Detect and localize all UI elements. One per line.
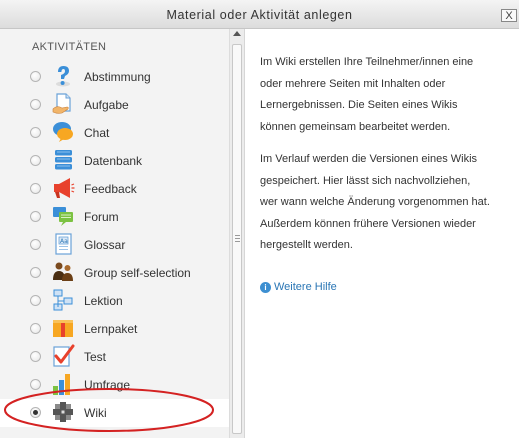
radio-glossar[interactable] bbox=[30, 239, 41, 250]
survey-chart-icon bbox=[53, 374, 70, 395]
scrollbar-thumb[interactable] bbox=[232, 44, 242, 434]
activity-label: Glossar bbox=[84, 238, 126, 252]
activity-item-lernpaket[interactable]: Lernpaket bbox=[0, 315, 229, 343]
activities-heading: AKTIVITÄTEN bbox=[32, 41, 107, 53]
activity-label: Datenbank bbox=[84, 154, 143, 168]
svg-text:Aa: Aa bbox=[60, 238, 68, 245]
activity-item-abstimmung[interactable]: Abstimmung bbox=[0, 63, 229, 91]
activity-item-forum[interactable]: Forum bbox=[0, 203, 229, 231]
help-line: gespeichert. Hier lässt sich nachvollzie… bbox=[260, 174, 471, 187]
help-line: Im Verlauf werden die Versionen eines Wi… bbox=[260, 153, 478, 165]
activity-label: Aufgabe bbox=[84, 98, 129, 112]
more-help-link[interactable]: Weitere Hilfe bbox=[274, 281, 337, 293]
activity-label: Chat bbox=[84, 126, 110, 140]
chat-icon bbox=[53, 122, 73, 142]
grip-line bbox=[235, 235, 240, 236]
activity-item-datenbank[interactable]: Datenbank bbox=[0, 147, 229, 175]
activity-item-chat[interactable]: Chat bbox=[0, 119, 229, 147]
dialog-title: Material oder Aktivität anlegen bbox=[166, 8, 353, 22]
dialog-titlebar[interactable]: Material oder Aktivität anlegen X bbox=[0, 0, 519, 29]
help-line: oder mehrere Seiten mit Inhalten oder bbox=[260, 77, 446, 90]
radio-chat[interactable] bbox=[30, 127, 41, 138]
help-line: Außerdem können frühere Versionen wieder bbox=[260, 217, 476, 230]
megaphone-icon bbox=[54, 178, 75, 198]
assignment-icon bbox=[52, 93, 71, 114]
activity-list-scrollbar[interactable] bbox=[229, 29, 244, 438]
activity-label: Lernpaket bbox=[84, 322, 138, 336]
activity-item-glossar[interactable]: Aa Glossar bbox=[0, 231, 229, 259]
help-line: Im Wiki erstellen Ihre Teilnehmer/innen … bbox=[260, 56, 474, 68]
activity-list: AKTIVITÄTEN Abstimmung Aufgabe Chat Date… bbox=[0, 29, 229, 438]
lesson-icon bbox=[53, 289, 73, 311]
activity-item-aufgabe[interactable]: Aufgabe bbox=[0, 91, 229, 119]
radio-lernpaket[interactable] bbox=[30, 323, 41, 334]
close-button[interactable]: X bbox=[501, 9, 517, 22]
activity-label: Wiki bbox=[84, 406, 107, 420]
forum-icon bbox=[53, 207, 73, 226]
scroll-up-arrow[interactable] bbox=[233, 31, 241, 36]
activity-label: Test bbox=[84, 350, 107, 364]
radio-lektion[interactable] bbox=[30, 295, 41, 306]
radio-test[interactable] bbox=[30, 351, 41, 362]
help-pane: Im Wiki erstellen Ihre Teilnehmer/innen … bbox=[245, 29, 519, 438]
help-line: können gemeinsam bearbeitet werden. bbox=[260, 120, 451, 133]
activity-label: Forum bbox=[84, 210, 119, 224]
help-line: wer wann welche Änderung vorgenommen hat… bbox=[260, 196, 490, 208]
activity-label: Umfrage bbox=[84, 378, 131, 392]
activity-label: Group self-selection bbox=[84, 266, 191, 280]
radio-umfrage[interactable] bbox=[30, 379, 41, 390]
help-line: Lernergebnissen. Die Seiten eines Wikis bbox=[260, 99, 458, 111]
radio-group-self-selection[interactable] bbox=[30, 267, 41, 278]
grip-line bbox=[235, 241, 240, 242]
database-icon bbox=[55, 150, 72, 170]
activity-item-test[interactable]: Test bbox=[0, 343, 229, 371]
radio-wiki[interactable] bbox=[30, 407, 41, 418]
info-icon[interactable]: i bbox=[260, 282, 271, 293]
grip-line bbox=[235, 238, 240, 239]
group-icon bbox=[53, 262, 73, 281]
activity-item-group-self-selection[interactable]: Group self-selection bbox=[0, 259, 229, 287]
radio-aufgabe[interactable] bbox=[30, 99, 41, 110]
glossary-icon: Aa bbox=[55, 233, 72, 255]
checkmark-icon bbox=[53, 344, 75, 367]
activity-label: Feedback bbox=[84, 182, 137, 196]
add-activity-dialog: Material oder Aktivität anlegen X AKTIVI… bbox=[0, 0, 519, 438]
activity-label: Abstimmung bbox=[84, 70, 151, 84]
wiki-icon bbox=[53, 402, 73, 422]
question-icon bbox=[56, 66, 70, 87]
activity-list-pane: AKTIVITÄTEN Abstimmung Aufgabe Chat Date… bbox=[0, 29, 245, 438]
activity-label: Lektion bbox=[84, 294, 123, 308]
package-icon bbox=[53, 320, 73, 337]
radio-abstimmung[interactable] bbox=[30, 71, 41, 82]
radio-forum[interactable] bbox=[30, 211, 41, 222]
activity-item-feedback[interactable]: Feedback bbox=[0, 175, 229, 203]
radio-datenbank[interactable] bbox=[30, 155, 41, 166]
help-line: hergestellt werden. bbox=[260, 239, 353, 251]
radio-feedback[interactable] bbox=[30, 183, 41, 194]
activity-item-umfrage[interactable]: Umfrage bbox=[0, 371, 229, 399]
activity-item-lektion[interactable]: Lektion bbox=[0, 287, 229, 315]
activity-item-wiki[interactable]: Wiki bbox=[0, 399, 229, 427]
